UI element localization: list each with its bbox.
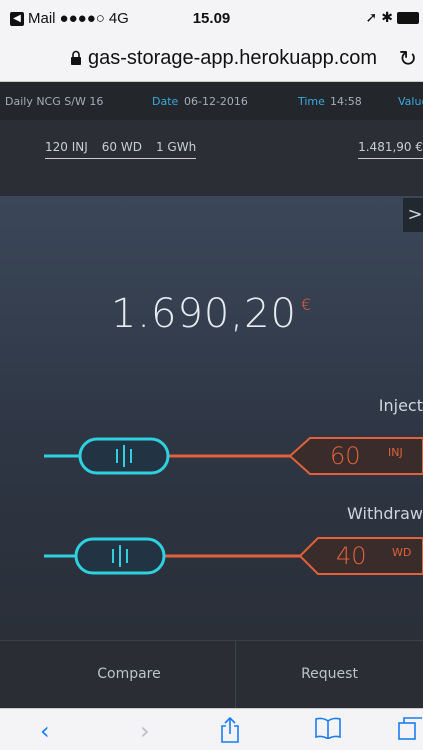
- time-label: Time: [298, 95, 325, 108]
- inject-unit: INJ: [388, 446, 403, 459]
- time-value: 14:58: [330, 95, 362, 108]
- summary-total: 1.481,90 €: [358, 140, 423, 159]
- inject-slider[interactable]: 60 INJ: [0, 436, 423, 476]
- back-icon[interactable]: ‹: [40, 717, 50, 745]
- summary-volume: 1 GWh: [155, 140, 197, 154]
- status-bar: ◀ Mail ●●●●○ 4G 15.09 ➚ ✱: [0, 0, 423, 38]
- address-bar[interactable]: gas-storage-app.herokuapp.com ↻: [0, 38, 423, 82]
- forward-icon[interactable]: ›: [140, 717, 150, 745]
- browser-toolbar: ‹ ›: [0, 708, 423, 750]
- reload-icon[interactable]: ↻: [399, 46, 417, 72]
- battery-icon: [397, 11, 419, 24]
- withdraw-label: Withdraw: [347, 504, 423, 523]
- withdraw-value[interactable]: 40: [336, 542, 367, 570]
- pricing-panel: > 1.690,20 € Inject 60 INJ Withdraw 40 WD: [0, 196, 423, 640]
- summary-withdraw: 60 WD: [101, 140, 142, 154]
- url-text[interactable]: gas-storage-app.herokuapp.com: [88, 47, 377, 70]
- action-bar: Compare Request: [0, 640, 423, 709]
- value-label: Value: [398, 95, 423, 108]
- collapse-chevron-icon[interactable]: >: [403, 198, 423, 232]
- share-icon[interactable]: [218, 717, 242, 743]
- market-info-bar: Daily NCG S/W 16 Date 06-12-2016 Time 14…: [0, 82, 423, 120]
- bluetooth-icon: ✱: [381, 9, 393, 25]
- position-summary: 120 INJ 60 WD 1 GWh 1.481,90 €: [0, 120, 423, 196]
- date-label: Date: [152, 95, 179, 108]
- inject-value[interactable]: 60: [330, 442, 361, 470]
- request-button[interactable]: Request: [235, 641, 423, 709]
- bookmarks-icon[interactable]: [314, 717, 342, 739]
- location-icon: ➚: [365, 9, 378, 25]
- currency-symbol: €: [300, 295, 313, 314]
- compare-button[interactable]: Compare: [23, 641, 235, 709]
- status-time: 15.09: [192, 10, 231, 27]
- tabs-icon[interactable]: [398, 717, 423, 741]
- status-right: ➚ ✱: [366, 9, 419, 26]
- position-breakdown: 120 INJ 60 WD 1 GWh: [45, 140, 197, 159]
- date-value: 06-12-2016: [184, 95, 248, 108]
- lock-icon: [71, 50, 81, 65]
- product-name: Daily NCG S/W 16: [5, 95, 104, 108]
- price-display: 1.690,20 €: [0, 291, 423, 337]
- inject-label: Inject: [378, 396, 423, 415]
- withdraw-slider[interactable]: 40 WD: [0, 536, 423, 576]
- withdraw-unit: WD: [392, 546, 412, 559]
- summary-inject: 120 INJ: [45, 140, 88, 154]
- price-value: 1.690,20: [110, 291, 297, 337]
